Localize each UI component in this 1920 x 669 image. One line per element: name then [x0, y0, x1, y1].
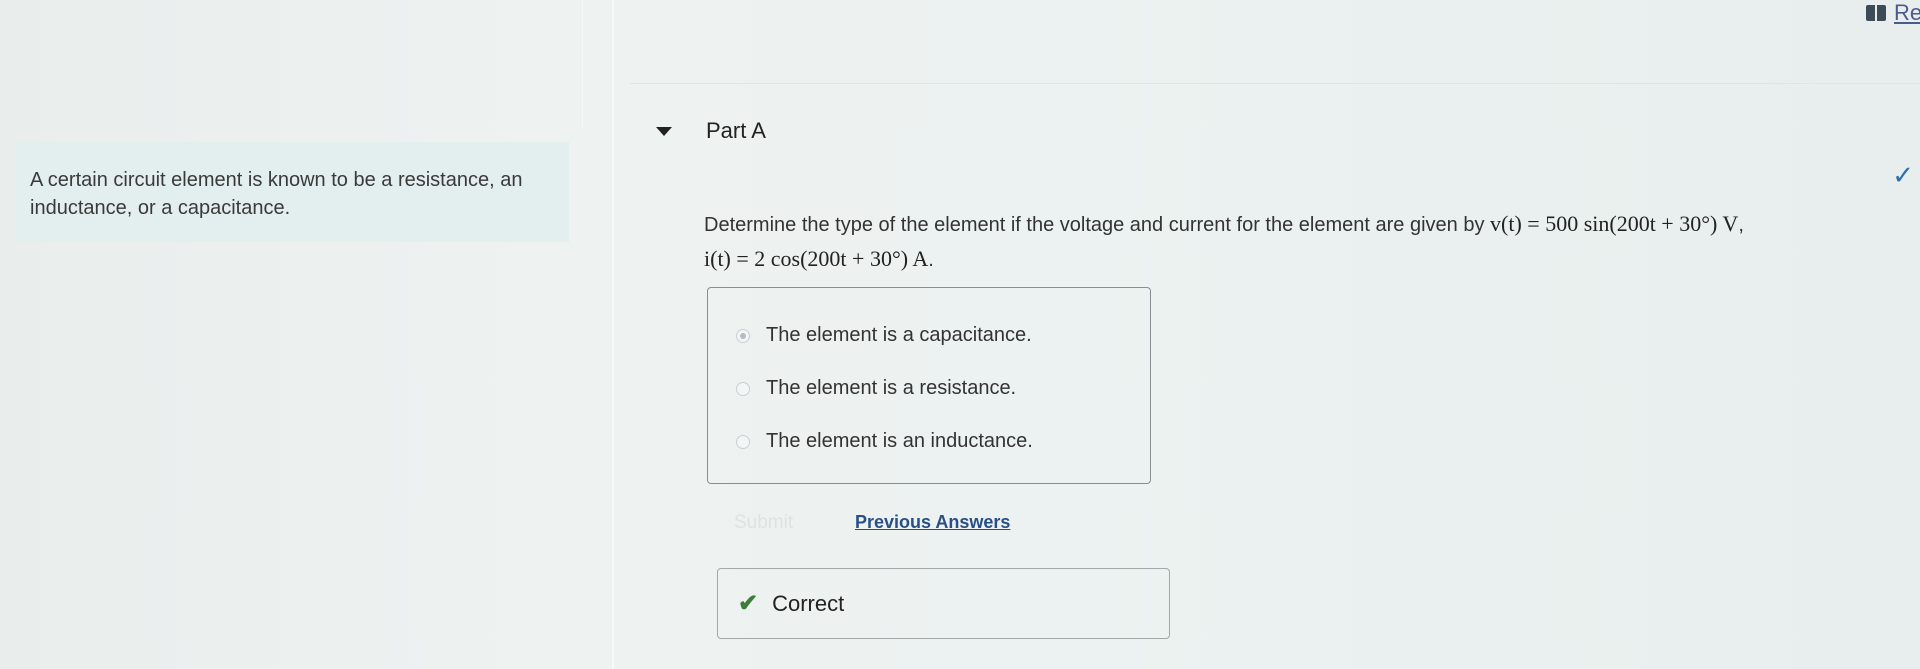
top-right-toolbar: Re: [1866, 0, 1920, 26]
option-inductance[interactable]: The element is an inductance.: [736, 430, 1033, 453]
panel-divider: [612, 0, 614, 669]
collapse-triangle-icon[interactable]: [656, 126, 672, 136]
question-text: Determine the type of the element if the…: [704, 211, 1744, 271]
question-prompt: Determine the type of the element if the…: [704, 214, 1485, 236]
left-panel-divider: [582, 0, 583, 130]
option-label: The element is a resistance.: [766, 377, 1017, 399]
option-capacitance[interactable]: The element is a capacitance.: [736, 324, 1032, 347]
radio-resistance[interactable]: [736, 381, 750, 396]
option-resistance[interactable]: The element is a resistance.: [736, 377, 1016, 400]
checkmark-icon: ✔: [738, 590, 759, 617]
radio-capacitance[interactable]: [736, 328, 750, 343]
book-icon[interactable]: [1866, 5, 1886, 21]
option-label: The element is a capacitance.: [766, 324, 1032, 346]
header-rule: [630, 83, 1920, 84]
current-expression: i(t) = 2 cos(200t + 30°) A: [704, 246, 929, 271]
previous-answers-link[interactable]: Previous Answers: [855, 512, 1010, 533]
voltage-expression: v(t) = 500 sin(200t + 30°) V: [1490, 211, 1739, 236]
problem-intro: A certain circuit element is known to be…: [16, 142, 569, 242]
part-a-header[interactable]: Part A: [656, 118, 766, 144]
problem-intro-text: A certain circuit element is known to be…: [30, 169, 523, 219]
feedback-box: ✔ Correct: [717, 568, 1170, 639]
feedback-label: Correct: [772, 590, 845, 616]
option-label: The element is an inductance.: [766, 430, 1033, 452]
completed-check-icon: ✓: [1892, 160, 1914, 190]
part-title: Part A: [706, 118, 766, 143]
submit-button[interactable]: Submit: [734, 512, 793, 534]
radio-inductance[interactable]: [736, 434, 750, 449]
resources-link[interactable]: Re: [1894, 0, 1920, 26]
answer-options: The element is a capacitance. The elemen…: [707, 287, 1151, 484]
